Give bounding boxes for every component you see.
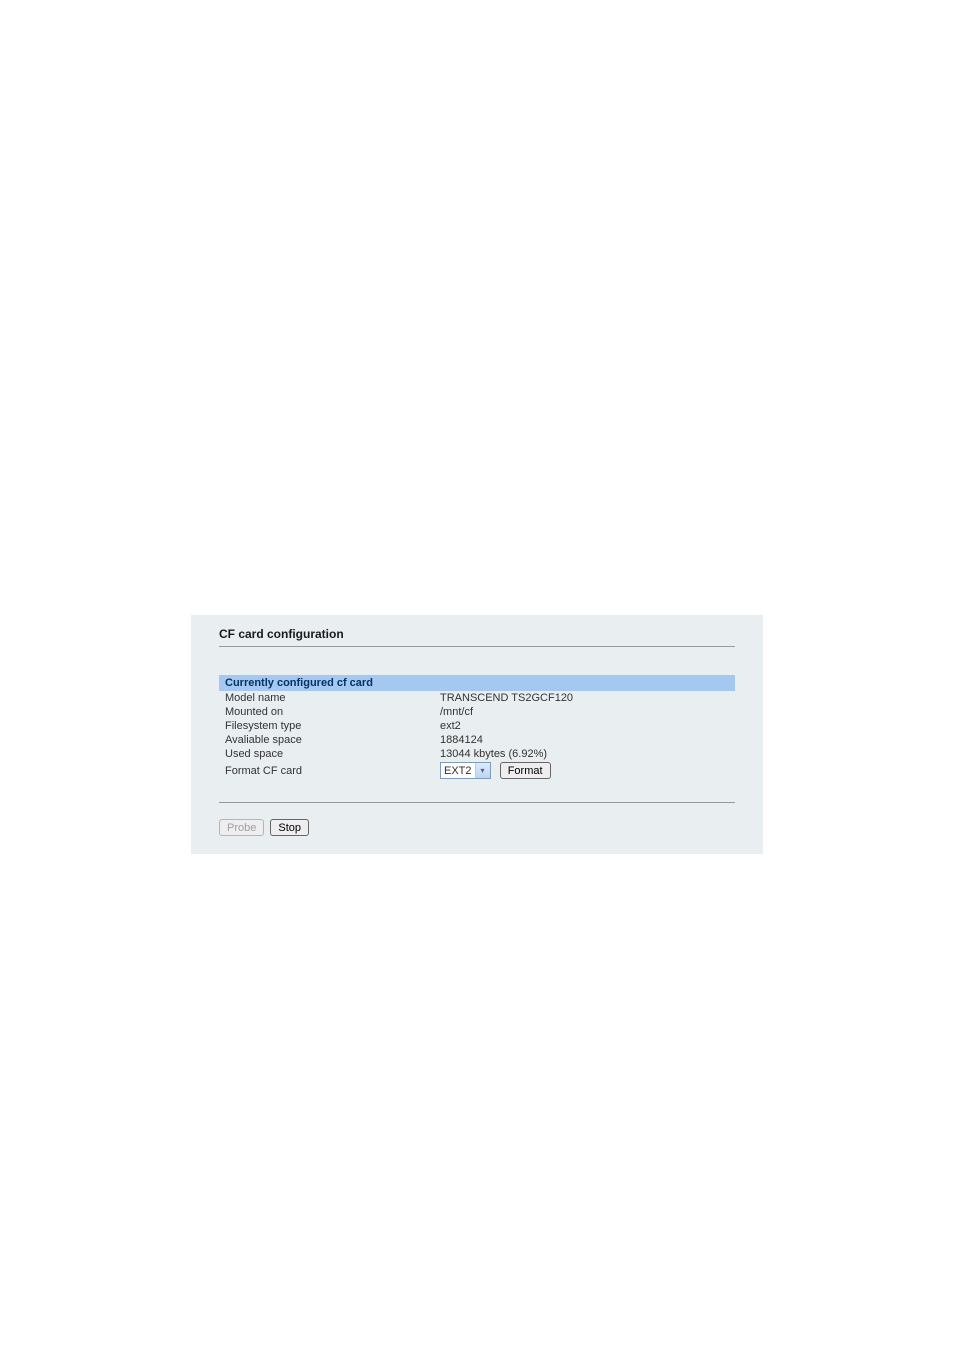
value-model-name: TRANSCEND TS2GCF120 — [434, 691, 735, 705]
probe-button: Probe — [219, 819, 264, 836]
value-format: EXT2 ▾ Format — [434, 761, 735, 780]
value-used-space: 13044 kbytes (6.92%) — [434, 747, 735, 761]
format-filesystem-select[interactable]: EXT2 ▾ — [440, 762, 491, 779]
value-available-space: 1884124 — [434, 733, 735, 747]
chevron-down-icon: ▾ — [475, 763, 490, 778]
bottom-button-bar: Probe Stop — [219, 819, 735, 836]
page-title: CF card configuration — [219, 625, 735, 646]
label-available-space: Avaliable space — [219, 733, 434, 747]
label-used-space: Used space — [219, 747, 434, 761]
row-model-name: Model name TRANSCEND TS2GCF120 — [219, 691, 735, 705]
row-format: Format CF card EXT2 ▾ Format — [219, 761, 735, 780]
divider-top — [219, 646, 735, 647]
label-format: Format CF card — [219, 761, 434, 780]
stop-button[interactable]: Stop — [270, 819, 309, 836]
divider-bottom — [219, 802, 735, 803]
row-available-space: Avaliable space 1884124 — [219, 733, 735, 747]
label-filesystem-type: Filesystem type — [219, 719, 434, 733]
format-filesystem-selected: EXT2 — [444, 765, 475, 777]
label-mounted-on: Mounted on — [219, 705, 434, 719]
value-mounted-on: /mnt/cf — [434, 705, 735, 719]
value-filesystem-type: ext2 — [434, 719, 735, 733]
row-filesystem-type: Filesystem type ext2 — [219, 719, 735, 733]
label-model-name: Model name — [219, 691, 434, 705]
cf-card-info-table: Model name TRANSCEND TS2GCF120 Mounted o… — [219, 691, 735, 780]
section-header: Currently configured cf card — [219, 675, 735, 691]
row-used-space: Used space 13044 kbytes (6.92%) — [219, 747, 735, 761]
row-mounted-on: Mounted on /mnt/cf — [219, 705, 735, 719]
format-button[interactable]: Format — [500, 762, 551, 779]
config-panel: CF card configuration Currently configur… — [191, 615, 763, 854]
